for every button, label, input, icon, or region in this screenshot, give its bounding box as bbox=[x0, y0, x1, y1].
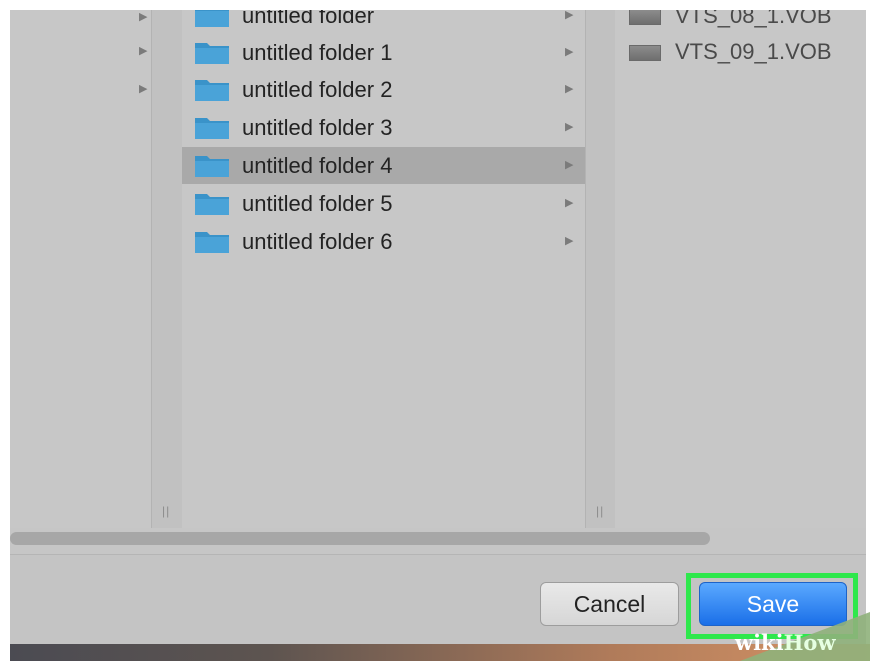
horizontal-scrollbar[interactable] bbox=[10, 528, 866, 554]
file-name: VTS_08_1.VOB bbox=[675, 10, 832, 28]
disclosure-arrow-icon[interactable]: ▶ bbox=[565, 158, 573, 172]
column-2[interactable]: untitled folder ▶ untitled folder 1 ▶ un… bbox=[182, 10, 585, 528]
save-button[interactable]: Save bbox=[699, 582, 847, 626]
scrollbar-thumb[interactable] bbox=[10, 532, 710, 545]
cancel-button[interactable]: Cancel bbox=[540, 582, 679, 626]
folder-row-selected[interactable]: untitled folder 4 ▶ bbox=[182, 147, 585, 184]
resize-grip-icon[interactable]: || bbox=[162, 504, 170, 518]
folder-name: untitled folder bbox=[242, 10, 375, 28]
folder-name: untitled folder 5 bbox=[242, 191, 393, 216]
disclosure-arrow-icon[interactable]: ▶ bbox=[565, 45, 573, 59]
screenshot: ▶ ▶ ▶ || untitled folder ▶ untitled fold… bbox=[0, 0, 870, 661]
folder-name: untitled folder 1 bbox=[242, 40, 393, 65]
folder-icon bbox=[195, 10, 229, 27]
folder-icon bbox=[195, 118, 229, 139]
folder-row[interactable]: untitled folder 3 ▶ bbox=[182, 109, 585, 146]
column-resize-handle[interactable]: || bbox=[151, 10, 183, 528]
folder-row[interactable]: untitled folder 6 ▶ bbox=[182, 223, 585, 260]
folder-icon bbox=[195, 156, 229, 177]
folder-row[interactable]: untitled folder 5 ▶ bbox=[182, 185, 585, 222]
save-dialog: ▶ ▶ ▶ || untitled folder ▶ untitled fold… bbox=[10, 10, 866, 644]
video-file-icon bbox=[629, 10, 661, 25]
disclosure-arrow-icon[interactable]: ▶ bbox=[565, 120, 573, 134]
disclosure-arrow-icon[interactable]: ▶ bbox=[565, 10, 573, 22]
disclosure-arrow-icon[interactable]: ▶ bbox=[139, 10, 151, 24]
file-name: VTS_09_1.VOB bbox=[675, 39, 832, 64]
folder-icon bbox=[195, 194, 229, 215]
wikihow-watermark: wikiHow bbox=[735, 630, 836, 656]
folder-name: untitled folder 6 bbox=[242, 229, 393, 254]
folder-icon bbox=[195, 80, 229, 101]
folder-icon bbox=[195, 43, 229, 64]
file-row[interactable]: VTS_09_1.VOB bbox=[629, 36, 866, 70]
disclosure-arrow-icon[interactable]: ▶ bbox=[139, 82, 151, 96]
file-row[interactable]: VTS_08_1.VOB bbox=[629, 10, 866, 34]
column-3[interactable]: VTS_08_1.VOB VTS_09_1.VOB bbox=[615, 10, 866, 528]
folder-name: untitled folder 4 bbox=[242, 153, 393, 178]
folder-row[interactable]: untitled folder ▶ bbox=[182, 10, 585, 34]
folder-name: untitled folder 3 bbox=[242, 115, 393, 140]
disclosure-arrow-icon[interactable]: ▶ bbox=[565, 82, 573, 96]
frame-edge bbox=[866, 0, 870, 644]
folder-row[interactable]: untitled folder 1 ▶ bbox=[182, 34, 585, 71]
folder-name: untitled folder 2 bbox=[242, 77, 393, 102]
disclosure-arrow-icon[interactable]: ▶ bbox=[565, 196, 573, 210]
column-1[interactable]: ▶ ▶ ▶ bbox=[10, 10, 151, 528]
column-resize-handle[interactable]: || bbox=[585, 10, 615, 528]
folder-row[interactable]: untitled folder 2 ▶ bbox=[182, 71, 585, 108]
watermark-wiki: wiki bbox=[735, 630, 784, 655]
disclosure-arrow-icon[interactable]: ▶ bbox=[565, 234, 573, 248]
resize-grip-icon[interactable]: || bbox=[596, 504, 604, 518]
disclosure-arrow-icon[interactable]: ▶ bbox=[139, 44, 151, 58]
folder-icon bbox=[195, 232, 229, 253]
video-file-icon bbox=[629, 45, 661, 61]
watermark-how: How bbox=[783, 630, 836, 655]
